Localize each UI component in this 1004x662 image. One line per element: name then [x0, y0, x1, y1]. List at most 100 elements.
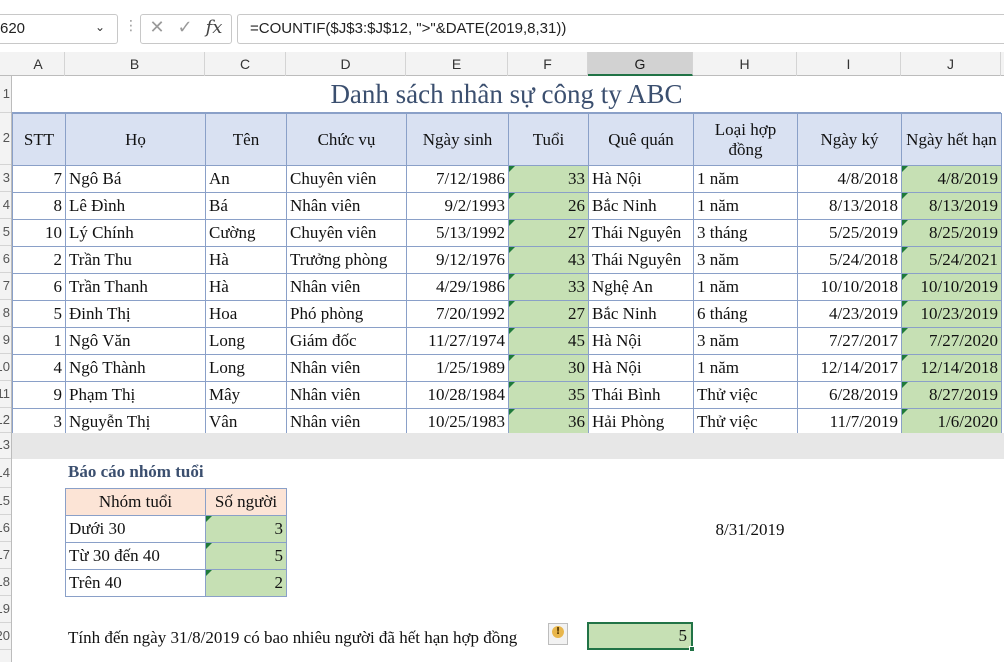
row-header-2[interactable]: 2	[0, 113, 11, 165]
table-cell[interactable]: 27	[508, 300, 589, 328]
row-header-5[interactable]: 5	[0, 219, 11, 246]
table-cell[interactable]: Lê Đình	[65, 192, 206, 220]
table-cell[interactable]: 4/23/2019	[797, 300, 902, 328]
table-cell[interactable]: Thái Nguyên	[588, 219, 694, 247]
table-cell[interactable]: 4/8/2018	[797, 165, 902, 193]
table-cell[interactable]: 10	[12, 219, 66, 247]
row-header-6[interactable]: 6	[0, 246, 11, 273]
row-header-13[interactable]: 13	[0, 433, 11, 459]
table-cell[interactable]: 10/23/2019	[901, 300, 1002, 328]
row-header-15[interactable]: 15	[0, 488, 11, 515]
row-header-12[interactable]: 12	[0, 408, 11, 433]
table-cell[interactable]: Mây	[205, 381, 287, 409]
table-cell[interactable]: 45	[508, 327, 589, 355]
column-header-j[interactable]: J	[901, 52, 1001, 76]
table-cell[interactable]: 6/28/2019	[797, 381, 902, 409]
formula-input[interactable]: =COUNTIF($J$3:$J$12, ">"&DATE(2019,8,31)…	[237, 14, 1004, 44]
column-header-i[interactable]: I	[797, 52, 901, 76]
warning-icon[interactable]: !	[552, 626, 564, 638]
table-cell[interactable]: 9/12/1976	[406, 246, 509, 274]
table-cell[interactable]: 5/13/1992	[406, 219, 509, 247]
report-cell[interactable]: Từ 30 đến 40	[65, 542, 206, 570]
table-cell[interactable]: Trưởng phòng	[286, 246, 407, 274]
table-cell[interactable]: 12/14/2018	[901, 354, 1002, 382]
table-cell[interactable]: 11/27/1974	[406, 327, 509, 355]
header-7[interactable]: Quê quán	[588, 113, 694, 166]
table-cell[interactable]: 8/27/2019	[901, 381, 1002, 409]
date-cell[interactable]: 8/31/2019	[700, 517, 800, 543]
table-cell[interactable]: Nghệ An	[588, 273, 694, 301]
header-3[interactable]: Tên	[205, 113, 287, 166]
table-cell[interactable]: 1 năm	[693, 354, 798, 382]
table-cell[interactable]: Lý Chính	[65, 219, 206, 247]
table-cell[interactable]: Thử việc	[693, 408, 798, 436]
table-cell[interactable]: 1 năm	[693, 165, 798, 193]
table-cell[interactable]: 7/27/2020	[901, 327, 1002, 355]
table-cell[interactable]: Hà Nội	[588, 327, 694, 355]
table-cell[interactable]: Cường	[205, 219, 287, 247]
row-header-4[interactable]: 4	[0, 192, 11, 219]
table-cell[interactable]: Thái Nguyên	[588, 246, 694, 274]
header-8[interactable]: Loại hợp đồng	[693, 113, 798, 166]
table-cell[interactable]: 8/25/2019	[901, 219, 1002, 247]
column-header-f[interactable]: F	[508, 52, 588, 76]
table-cell[interactable]: Phạm Thị	[65, 381, 206, 409]
header-5[interactable]: Ngày sinh	[406, 113, 509, 166]
sheet-title[interactable]: Danh sách nhân sự công ty ABC	[12, 76, 1001, 113]
table-cell[interactable]: Long	[205, 354, 287, 382]
row-header-9[interactable]: 9	[0, 327, 11, 354]
header-9[interactable]: Ngày ký	[797, 113, 902, 166]
table-cell[interactable]: Bá	[205, 192, 287, 220]
table-cell[interactable]: Nguyễn Thị	[65, 408, 206, 436]
table-cell[interactable]: Hà	[205, 273, 287, 301]
row-header-7[interactable]: 7	[0, 273, 11, 300]
report-header-1[interactable]: Nhóm tuổi	[65, 488, 206, 516]
table-cell[interactable]: 43	[508, 246, 589, 274]
header-10[interactable]: Ngày hết hạn	[901, 113, 1002, 166]
check-icon[interactable]: ✓	[172, 17, 198, 41]
table-cell[interactable]: 27	[508, 219, 589, 247]
fill-handle[interactable]	[689, 646, 695, 652]
table-cell[interactable]: 10/10/2018	[797, 273, 902, 301]
table-cell[interactable]: 5	[12, 300, 66, 328]
more-options-icon[interactable]: ⋮	[124, 18, 138, 42]
report-title[interactable]: Báo cáo nhóm tuổi	[68, 462, 268, 486]
report-cell[interactable]: Trên 40	[65, 569, 206, 597]
header-2[interactable]: Họ	[65, 113, 206, 166]
row-header-14[interactable]: 14	[0, 459, 11, 488]
table-cell[interactable]: 6	[12, 273, 66, 301]
table-cell[interactable]: 35	[508, 381, 589, 409]
table-cell[interactable]: Hoa	[205, 300, 287, 328]
table-cell[interactable]: Hà Nội	[588, 165, 694, 193]
table-cell[interactable]: Nhân viên	[286, 354, 407, 382]
table-cell[interactable]: 9	[12, 381, 66, 409]
column-header-b[interactable]: B	[65, 52, 205, 76]
column-header-h[interactable]: H	[693, 52, 797, 76]
table-cell[interactable]: 4	[12, 354, 66, 382]
table-cell[interactable]: 6 tháng	[693, 300, 798, 328]
table-cell[interactable]: Hà Nội	[588, 354, 694, 382]
table-cell[interactable]: 26	[508, 192, 589, 220]
table-cell[interactable]: 33	[508, 165, 589, 193]
column-header-a[interactable]: A	[12, 52, 65, 76]
table-cell[interactable]: Phó phòng	[286, 300, 407, 328]
table-cell[interactable]: 7/27/2017	[797, 327, 902, 355]
table-cell[interactable]: 1/6/2020	[901, 408, 1002, 436]
row-header-19[interactable]: 19	[0, 596, 11, 623]
table-cell[interactable]: Ngô Thành	[65, 354, 206, 382]
table-cell[interactable]: 7/12/1986	[406, 165, 509, 193]
table-cell[interactable]: Chuyên viên	[286, 165, 407, 193]
row-header-18[interactable]: 18	[0, 569, 11, 596]
table-cell[interactable]: Trần Thanh	[65, 273, 206, 301]
table-cell[interactable]: Ngô Bá	[65, 165, 206, 193]
table-cell[interactable]: 4/29/1986	[406, 273, 509, 301]
table-cell[interactable]: 8/13/2019	[901, 192, 1002, 220]
table-cell[interactable]: 33	[508, 273, 589, 301]
table-cell[interactable]: 8	[12, 192, 66, 220]
table-cell[interactable]: 8/13/2018	[797, 192, 902, 220]
table-cell[interactable]: 4/8/2019	[901, 165, 1002, 193]
report-header-2[interactable]: Số người	[205, 488, 287, 516]
table-cell[interactable]: Thử việc	[693, 381, 798, 409]
table-cell[interactable]: Thái Bình	[588, 381, 694, 409]
table-cell[interactable]: 1	[12, 327, 66, 355]
